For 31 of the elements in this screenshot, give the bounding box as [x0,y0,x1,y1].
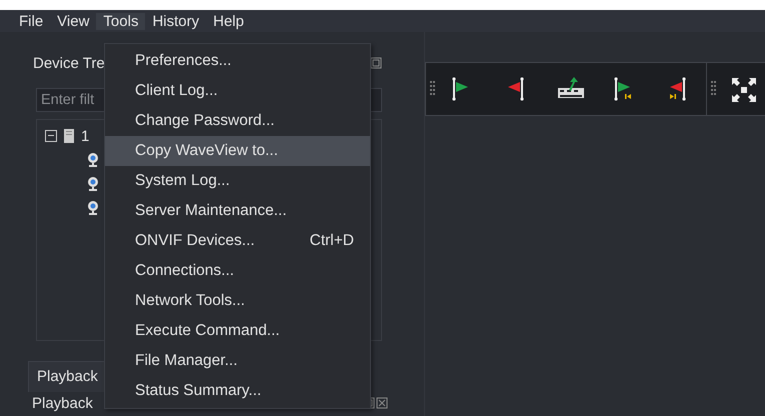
menu-item[interactable]: Help [206,12,251,30]
float-icon [370,57,382,69]
menu-entry[interactable]: ONVIF Devices... Ctrl+D [105,226,370,256]
camera-icon [87,152,99,168]
menu-entry[interactable]: Connections... [105,256,370,286]
menu-item[interactable]: Tools [96,12,146,30]
fullscreen-icon [730,76,758,102]
grip-icon [711,81,717,97]
grip-icon [430,81,436,97]
menu-item[interactable]: History [145,12,206,30]
menu-entry[interactable]: Status Summary... [105,376,370,406]
tree-item[interactable]: 1 [81,128,90,144]
menu-entry[interactable]: System Log... [105,166,370,196]
server-icon [63,128,75,144]
menu-entry[interactable]: Client Log... [105,76,370,106]
camera-icon [87,200,99,216]
menu-entry[interactable]: Server Maintenance... [105,196,370,226]
menu-item[interactable]: File [12,12,50,30]
menu-entry[interactable]: Change Password... [105,106,370,136]
menu-entry[interactable]: Network Tools... [105,286,370,316]
menu-entry[interactable]: Copy WaveView to... [105,136,370,166]
close-icon [376,397,388,409]
shortcut-label: Ctrl+D [310,232,354,250]
menu-entry[interactable]: File Manager... [105,346,370,376]
camera-icon [87,176,99,192]
menu-entry[interactable]: Execute Command... [105,316,370,346]
panel-title: Device Tre [33,54,105,72]
collapse-icon[interactable] [45,130,57,142]
menu-item[interactable]: View [50,12,96,30]
panel-title: Playback [32,394,93,412]
menu-entry[interactable]: Preferences... [105,46,370,76]
